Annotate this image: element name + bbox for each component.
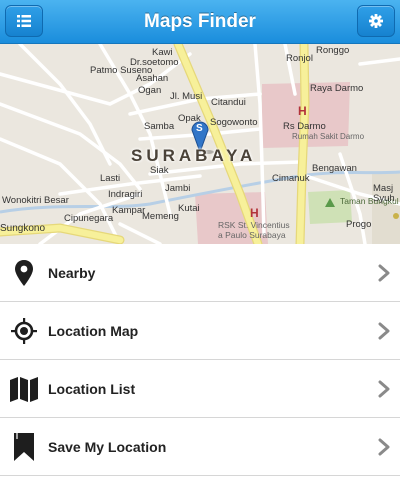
map-label: Kampar [112,205,146,216]
map-label: Siak [150,165,169,176]
map-label: Cimanuk [272,173,310,184]
app-header: Maps Finder [0,0,400,44]
menu-item-label: Location Map [48,323,139,339]
menu-item-label: Save My Location [48,439,167,455]
map-label: Raya Darmo [310,83,364,94]
map-label: Indragiri [108,189,143,200]
map-label: Kutai [178,203,200,214]
map-label: RSK St. Vincentius [218,220,290,230]
menu-item-save-my-location[interactable]: Save My Location [0,418,400,476]
menu-list: Nearby Location Map Location List Save M… [0,244,400,476]
menu-item-nearby[interactable]: Nearby [0,244,400,302]
folded-map-icon [10,374,38,404]
gear-icon [369,14,383,28]
map-label: Memeng [142,211,179,222]
map-label: Jl. Musi [170,91,203,102]
map-label: Rumah Sakit Darmo [292,132,365,141]
chevron-right-icon [378,264,390,282]
chevron-right-icon [378,438,390,456]
map-label: Ronggo [316,45,350,56]
map-label: Citandui [211,97,246,108]
menu-item-location-list[interactable]: Location List [0,360,400,418]
map-label: Rs Darmo [283,121,326,132]
map-label: Cipunegara [64,213,114,224]
chevron-right-icon [378,380,390,398]
menu-item-label: Nearby [48,265,96,281]
hospital-marker: H [250,206,259,220]
map-label: Asahan [136,73,169,84]
map-label: Sungkono [0,223,46,234]
hospital-marker: H [298,104,307,118]
crosshair-icon [10,316,38,346]
map-pin-icon [10,258,38,288]
map-label: Progo [346,219,372,230]
location-map[interactable]: Kawi Dr.soetomo Patmo Suseno Asahan Ogan… [0,44,400,244]
map-label: Syuh [373,193,395,204]
map-label: Ogan [138,85,162,96]
map-label: Jambi [165,183,191,194]
map-marker[interactable]: S [196,124,203,134]
page-title: Maps Finder [144,11,256,32]
map-city-label: SURABAYA [131,146,257,165]
map-label: Wonokitri Besar [2,195,69,206]
map-graphic [0,44,400,244]
bookmark-icon [10,432,38,462]
settings-button[interactable] [357,5,395,37]
map-label: a Paulo Surabaya [218,230,286,240]
map-label: Ronjol [286,53,313,64]
map-label: Sogowonto [210,117,258,128]
map-label: Samba [144,121,175,132]
chevron-right-icon [378,322,390,340]
map-label: Lasti [100,173,121,184]
map-label: Bengawan [312,163,357,174]
menu-item-location-map[interactable]: Location Map [0,302,400,360]
menu-item-label: Location List [48,381,136,397]
